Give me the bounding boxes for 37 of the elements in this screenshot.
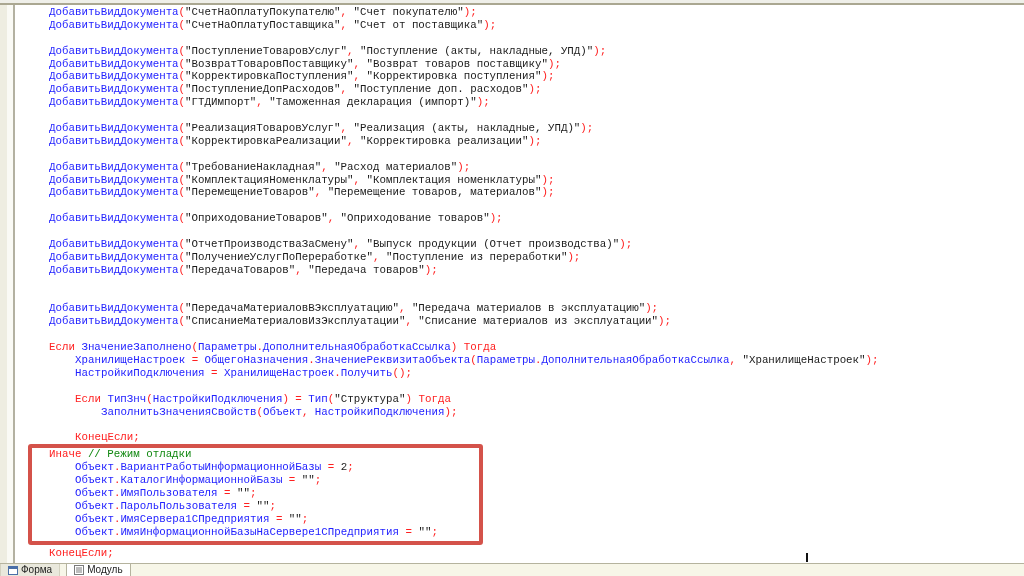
code-line: НастройкиПодключения = ХранилищеНастроек.Получить();: [75, 366, 412, 380]
code-line: ДобавитьВидДокумента("ТребованиеНакладная", "Расход материалов");: [49, 160, 471, 174]
code-line: ДобавитьВидДокумента("СписаниеМатериаловИзЭксплуатации", "Списание материалов из эксплуатации");: [49, 315, 672, 329]
code-line: Если ТипЗнч(НастройкиПодключения) = Тип("Структура") Тогда: [75, 392, 451, 406]
code-line: ДобавитьВидДокумента("РеализацияТоваровУслуг", "Реализация (акты, накладные, УПД)");: [49, 122, 594, 135]
code-line: ДобавитьВидДокумента("КомплектацияНоменклатуры", "Комплектация номенклатуры");: [49, 173, 555, 186]
document-icon: [74, 565, 85, 575]
code-line: ЗаполнитьЗначенияСвойств(Объект, НастройкиПодключения);: [101, 405, 458, 419]
tab[interactable]: Форма: [0, 564, 61, 576]
code-line: Объект.ПарольПользователя = "";: [75, 499, 276, 513]
tab[interactable]: Модуль: [66, 564, 131, 576]
code-line: Если ЗначениеЗаполнено(Параметры.ДополнительнаяОбработкаСсылка) Тогда: [49, 341, 497, 354]
code-line: ДобавитьВидДокумента("ПередачаТоваров", "Передача товаров");: [49, 263, 438, 277]
text-cursor-icon: [806, 553, 808, 562]
code-line: Объект.ИмяСервера1СПредприятия = "";: [75, 512, 309, 526]
code-line: ДобавитьВидДокумента("ПолучениеУслугПоПереработке", "Поступление из переработки");: [49, 250, 581, 264]
code-line: ДобавитьВидДокумента("КорректировкаРеализации", "Корректировка реализации");: [49, 134, 542, 148]
code-line: ДобавитьВидДокумента("ВозвратТоваровПоставщику", "Возврат товаров поставщику");: [49, 57, 561, 70]
code-line: Иначе // Режим отладки: [49, 448, 192, 461]
code-line: ДобавитьВидДокумента("ПередачаМатериаловВЭксплуатацию", "Передача материалов в эксплуатацию");: [49, 302, 659, 315]
code-line: КонецЕсли;: [49, 546, 114, 560]
code-line: ДобавитьВидДокумента("ПоступлениеТоваровУслуг", "Поступление (акты, накладные, УПД)");: [49, 44, 607, 58]
code-line: ДобавитьВидДокумента("СчетНаОплатуПоставщика", "Счет от поставщика");: [49, 18, 497, 32]
code-line: Объект.ИмяИнформационнойБазыНаСервере1СПредприятия = "";: [75, 525, 438, 539]
code-line: Объект.ВариантРаботыИнформационнойБазы = 2;: [75, 461, 354, 474]
code-line: ДобавитьВидДокумента("КорректировкаПоступления", "Корректировка поступления");: [49, 70, 555, 83]
code-line: Объект.ИмяПользователя = "";: [75, 486, 257, 500]
code-line: ХранилищеНастроек = ОбщегоНазначения.ЗначениеРеквизитаОбъекта(Параметры.ДополнительнаяОбработкаСсылка, "ХранилищеНастроек");: [75, 354, 879, 367]
code-line: ДобавитьВидДокумента("ОприходованиеТоваров", "Оприходование товаров");: [49, 212, 503, 226]
code-line: ДобавитьВидДокумента("СчетНаОплатуПокупателю", "Счет покупателю");: [49, 6, 477, 19]
window-icon: [8, 565, 18, 575]
code-line: ДобавитьВидДокумента("ПоступлениеДопРасходов", "Поступление доп. расходов");: [49, 83, 542, 96]
code-line: КонецЕсли;: [75, 431, 140, 445]
code-line: ДобавитьВидДокумента("ПеремещениеТоваров", "Перемещение товаров, материалов");: [49, 186, 555, 200]
code-line: ДобавитьВидДокумента("ОтчетПроизводстваЗаСмену", "Выпуск продукции (Отчет производства)");: [49, 238, 633, 251]
code-line: ДобавитьВидДокумента("ГТДИмпорт", "Таможенная декларация (импорт)");: [49, 96, 490, 110]
code-line: Объект.КаталогИнформационнойБазы = "";: [75, 474, 322, 487]
